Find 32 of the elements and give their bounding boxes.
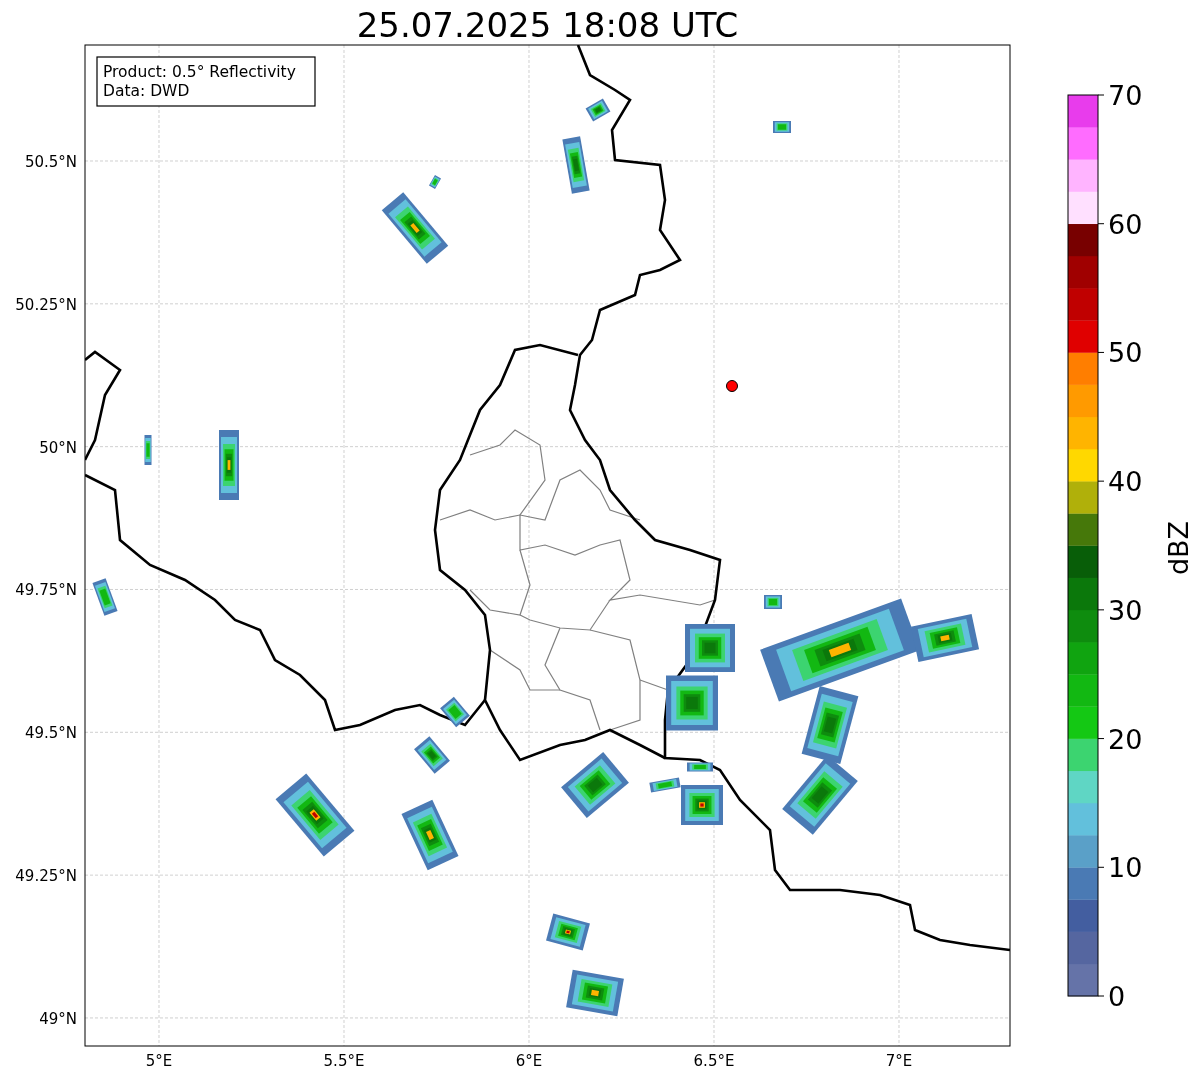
- radar-echo: [685, 624, 735, 672]
- info-text: Product: 0.5° Reflectivity: [103, 63, 296, 81]
- radar-echo: [219, 430, 239, 500]
- longitude-label: 6°E: [515, 1052, 543, 1070]
- radar-echo: [144, 435, 152, 465]
- colorbar-tick-label: 30: [1108, 594, 1143, 626]
- radar-echo: [666, 675, 718, 731]
- latitude-label: 50.5°N: [24, 153, 77, 171]
- colorbar-tick-label: 0: [1108, 981, 1126, 1012]
- radar-echo: [773, 121, 791, 133]
- colorbar-tick-label: 70: [1108, 80, 1143, 111]
- longitude-label: 5°E: [145, 1052, 173, 1070]
- longitude-label: 6.5°E: [693, 1052, 735, 1070]
- chart-title: 25.07.2025 18:08 UTC: [356, 5, 739, 45]
- info-text: Data: DWD: [103, 82, 190, 100]
- colorbar-tick-label: 50: [1108, 337, 1143, 369]
- radar-echo: [428, 175, 442, 189]
- colorbar-tick-label: 60: [1108, 208, 1143, 240]
- longitude-label: 5.5°E: [323, 1052, 365, 1070]
- longitude-label: 7°E: [885, 1052, 913, 1070]
- latitude-label: 49.75°N: [15, 581, 77, 600]
- colorbar-tick-label: 20: [1108, 723, 1143, 755]
- radar-echo: [687, 762, 713, 772]
- latitude-label: 49.25°N: [15, 867, 77, 886]
- latitude-label: 50°N: [39, 438, 77, 457]
- colorbar-label: dBZ: [1163, 520, 1194, 576]
- location-marker: [726, 380, 738, 392]
- colorbar-tick-label: 10: [1108, 852, 1143, 884]
- colorbar-tick-label: 40: [1108, 466, 1143, 498]
- latitude-label: 49°N: [39, 1009, 77, 1028]
- latitude-label: 49.5°N: [24, 724, 77, 743]
- latitude-label: 50.25°N: [15, 295, 77, 314]
